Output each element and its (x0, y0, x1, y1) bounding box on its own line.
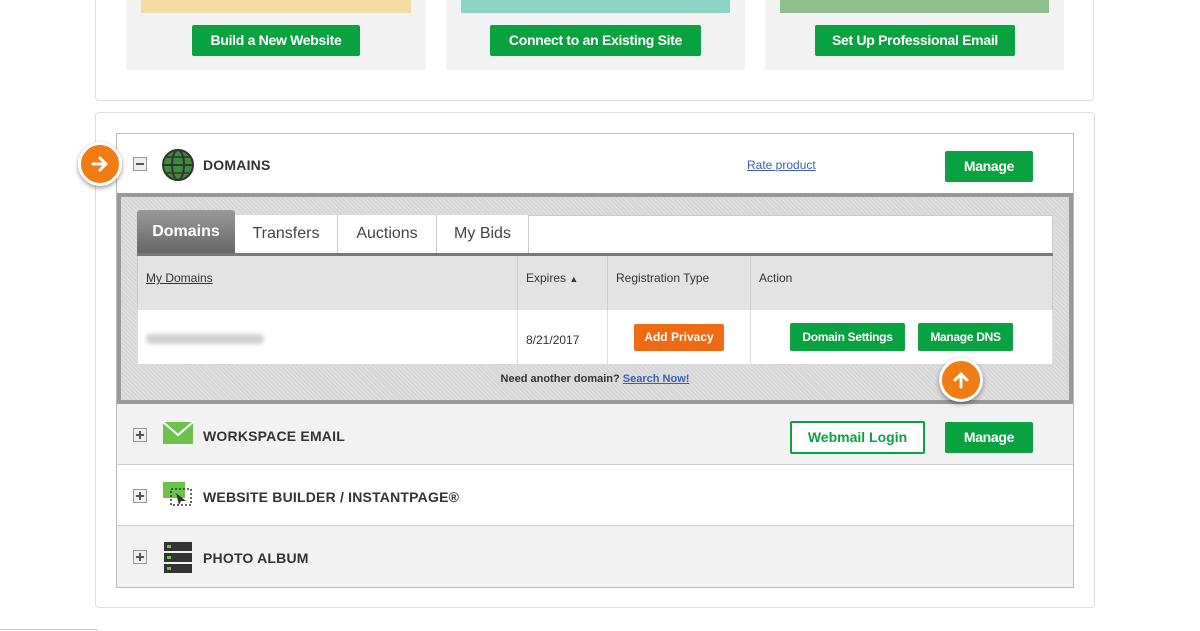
tab-domains[interactable]: Domains (137, 210, 235, 253)
need-domain-text: Need another domain? (500, 373, 620, 385)
add-privacy-button[interactable]: Add Privacy (634, 324, 724, 351)
search-now-link[interactable]: Search Now! (623, 373, 690, 385)
domain-name-blurred (146, 334, 264, 344)
arrow-up-icon (939, 358, 983, 402)
cell-registration-type: Add Privacy (608, 310, 751, 364)
header-my-domains[interactable]: My Domains (137, 256, 518, 310)
expires-label: Expires (526, 271, 567, 285)
header-action: Action (751, 256, 1053, 310)
cell-domain-name (137, 310, 518, 364)
server-icon (163, 541, 193, 575)
cell-action: Domain Settings Manage DNS (751, 310, 1053, 364)
sort-up-icon: ▲ (569, 274, 579, 284)
expand-icon[interactable] (133, 489, 147, 503)
webmail-login-button[interactable]: Webmail Login (790, 421, 925, 454)
tab-transfers[interactable]: Transfers (235, 215, 338, 253)
promo-card-connect: Connect to an Existing Site (446, 0, 745, 70)
promo-image-connect (461, 0, 730, 13)
collapse-icon[interactable] (133, 157, 147, 171)
my-domains-sort-link[interactable]: My Domains (146, 271, 213, 285)
promo-card-email: Set Up Professional Email (765, 0, 1064, 70)
header-registration-type: Registration Type (608, 256, 751, 310)
photo-album-title: PHOTO ALBUM (203, 550, 309, 566)
connect-existing-site-button[interactable]: Connect to an Existing Site (490, 25, 701, 56)
promo-image-email (780, 0, 1049, 13)
tab-auctions[interactable]: Auctions (338, 215, 437, 253)
expand-icon[interactable] (133, 428, 147, 442)
globe-icon (162, 149, 194, 181)
expand-icon[interactable] (133, 550, 147, 564)
build-website-button[interactable]: Build a New Website (192, 25, 360, 56)
bottom-divider (0, 629, 98, 630)
workspace-email-title: WORKSPACE EMAIL (203, 428, 345, 444)
cell-expires: 8/21/2017 (518, 310, 608, 364)
arrow-right-icon (78, 142, 122, 186)
website-builder-title: WEBSITE BUILDER / INSTANTPAGE® (203, 489, 460, 505)
domains-title: DOMAINS (203, 157, 271, 173)
tab-my-bids[interactable]: My Bids (437, 215, 529, 253)
envelope-icon (162, 421, 194, 445)
header-expires[interactable]: Expires ▲ (518, 256, 608, 310)
rate-product-link[interactable]: Rate product (747, 158, 816, 172)
promo-image-build (141, 0, 411, 13)
need-domain-footer: Need another domain? Search Now! (137, 373, 1053, 385)
manage-dns-button[interactable]: Manage DNS (918, 323, 1013, 351)
website-builder-icon (162, 481, 194, 507)
domains-manage-button[interactable]: Manage (945, 151, 1033, 182)
workspace-manage-button[interactable]: Manage (945, 422, 1033, 453)
promo-card-build: Build a New Website (126, 0, 426, 70)
setup-email-button[interactable]: Set Up Professional Email (815, 25, 1015, 56)
domain-settings-button[interactable]: Domain Settings (790, 323, 905, 351)
